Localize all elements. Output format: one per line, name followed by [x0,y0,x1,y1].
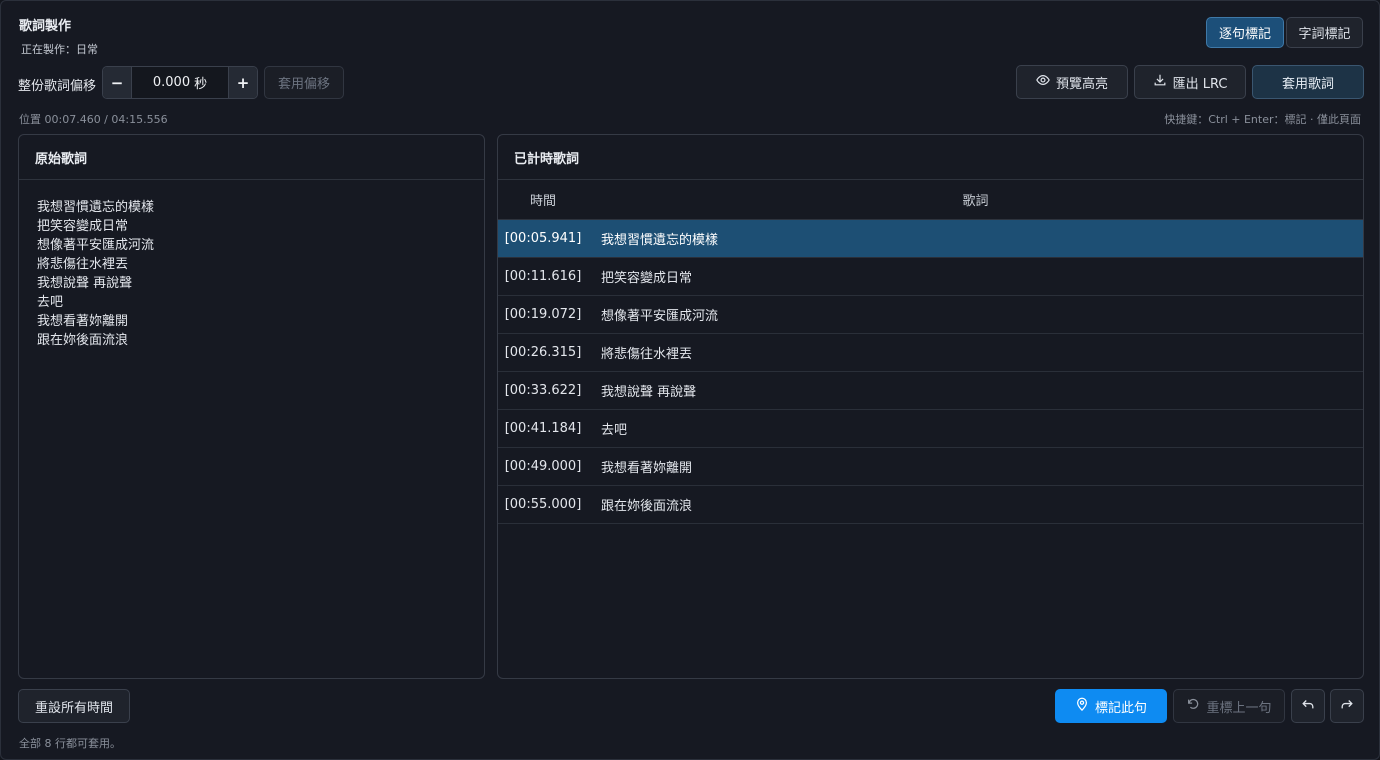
apply-lyrics-button[interactable]: 套用歌詞 [1252,65,1364,99]
table-row[interactable]: [00:49.000] 我想看著妳離開 [498,448,1363,486]
apply-lyrics-label: 套用歌詞 [1281,76,1334,92]
timed-table-header: 時間 歌詞 [498,180,1363,220]
location-pin-icon [1075,697,1089,715]
export-label: 匯出 LRC [1172,76,1228,92]
offset-increment-button[interactable]: + [229,67,257,98]
row-time: [00:33.622] [504,383,582,398]
timed-lyrics-title: 已計時歌詞 [498,135,1363,180]
raw-line: 我想習慣遺忘的模樣 [37,200,155,215]
reset-all-times-button[interactable]: 重設所有時間 [18,689,130,723]
lyric-column-header: 歌詞 [962,194,989,209]
row-time: [00:55.000] [504,497,582,512]
current-song-label: 正在製作：日常 [21,43,98,56]
row-lyric: 我想說聲 再說聲 [601,385,697,400]
row-lyric: 把笑容變成日常 [601,271,693,286]
row-time: [00:49.000] [504,459,582,474]
line-mode-button[interactable]: 逐句標記 [1206,17,1284,48]
raw-line: 把笑容變成日常 [37,219,129,234]
row-time: [00:11.616] [504,269,582,284]
table-row[interactable]: [00:41.184] 去吧 [498,410,1363,448]
apply-offset-label: 套用偏移 [277,77,330,92]
offset-stepper[interactable]: − 0.000 秒 + [102,66,258,99]
offset-unit: 秒 [194,77,208,92]
raw-line: 去吧 [37,295,64,310]
raw-line: 想像著平安匯成河流 [37,238,155,253]
time-column-header: 時間 [529,194,556,209]
table-row[interactable]: [00:11.616] 把笑容變成日常 [498,258,1363,296]
table-row[interactable]: [00:05.941] 我想習慣遺忘的模樣 [498,220,1363,258]
raw-lyrics-title: 原始歌詞 [19,135,484,180]
shortcut-hint: 快捷鍵：Ctrl + Enter：標記 · 僅此頁面 [1164,113,1361,126]
eye-icon [1036,73,1050,91]
mark-line-button[interactable]: 標記此句 [1055,689,1167,723]
line-mode-label: 逐句標記 [1218,27,1271,42]
timed-lyrics-panel: 已計時歌詞 時間 歌詞 [00:05.941] 我想習慣遺忘的模樣 [00:11… [497,134,1364,679]
playback-position: 位置 00:07.460 / 04:15.556 [19,113,168,126]
remark-previous-label: 重標上一句 [1206,700,1272,716]
row-time: [00:26.315] [504,345,582,360]
raw-line: 跟在妳後面流浪 [37,333,129,348]
apply-offset-button[interactable]: 套用偏移 [264,66,344,99]
offset-value: 0.000 [152,75,191,90]
raw-lyrics-panel: 原始歌詞 我想習慣遺忘的模樣 把笑容變成日常 想像著平安匯成河流 將悲傷往水裡丟… [18,134,485,679]
table-row[interactable]: [00:26.315] 將悲傷往水裡丟 [498,334,1363,372]
app-window: 歌詞製作 正在製作：日常 逐句標記 字詞標記 整份歌詞偏移 − 0.000 秒 … [0,0,1380,760]
remark-previous-button[interactable]: 重標上一句 [1173,689,1285,723]
table-row[interactable]: [00:19.072] 想像著平安匯成河流 [498,296,1363,334]
offset-decrement-button[interactable]: − [103,67,131,98]
row-lyric: 去吧 [601,423,628,438]
raw-lyrics-textarea[interactable]: 我想習慣遺忘的模樣 把笑容變成日常 想像著平安匯成河流 將悲傷往水裡丟 我想說聲… [19,180,484,350]
download-icon [1153,73,1167,91]
reset-all-label: 重設所有時間 [34,700,113,716]
offset-label: 整份歌詞偏移 [18,79,97,94]
row-lyric: 跟在妳後面流浪 [601,499,693,514]
row-lyric: 我想習慣遺忘的模樣 [601,233,719,248]
word-mode-label: 字詞標記 [1298,27,1351,42]
app-title: 歌詞製作 [19,19,72,34]
raw-line: 我想看著妳離開 [37,314,129,329]
row-time: [00:05.941] [504,231,582,246]
row-lyric: 將悲傷往水裡丟 [601,347,693,362]
table-row[interactable]: [00:55.000] 跟在妳後面流浪 [498,486,1363,524]
mark-line-label: 標記此句 [1094,700,1147,716]
raw-line: 將悲傷往水裡丟 [37,257,129,272]
offset-value-field[interactable]: 0.000 秒 [131,67,229,98]
row-time: [00:41.184] [504,421,582,436]
undo-icon [1301,697,1315,715]
export-lrc-button[interactable]: 匯出 LRC [1134,65,1246,99]
raw-line: 我想說聲 再說聲 [37,276,133,291]
preview-label: 預覽高亮 [1055,76,1108,92]
row-lyric: 我想看著妳離開 [601,461,693,476]
undo-button[interactable] [1291,689,1325,723]
word-mode-button[interactable]: 字詞標記 [1286,17,1363,48]
row-time: [00:19.072] [504,307,582,322]
preview-highlight-button[interactable]: 預覽高亮 [1016,65,1128,99]
rotate-ccw-icon [1186,697,1200,715]
redo-button[interactable] [1330,689,1364,723]
table-row[interactable]: [00:33.622] 我想說聲 再說聲 [498,372,1363,410]
redo-icon [1340,697,1354,715]
footer-status: 全部 8 行都可套用。 [19,737,121,750]
row-lyric: 想像著平安匯成河流 [601,309,719,324]
